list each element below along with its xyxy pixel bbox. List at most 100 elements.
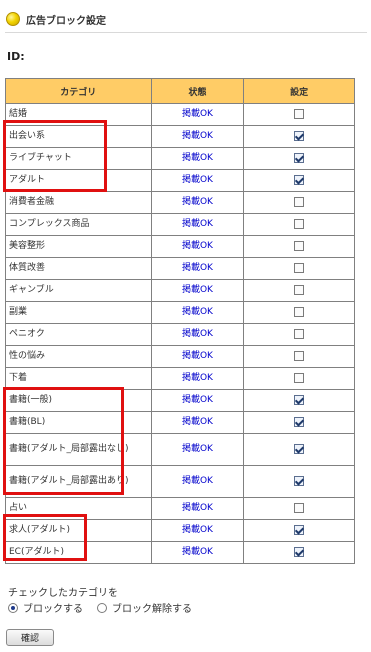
- setting-cell: [243, 323, 355, 346]
- table-row: EC(アダルト) 掲載OK: [5, 541, 355, 564]
- category-cell: 書籍(一般): [5, 389, 152, 412]
- block-checkbox[interactable]: [294, 372, 305, 383]
- status-cell: 掲載OK: [150, 125, 245, 148]
- category-cell: 書籍(BL): [5, 411, 152, 434]
- status-link[interactable]: 掲載OK: [182, 153, 213, 163]
- category-cell: EC(アダルト): [5, 541, 152, 564]
- block-checkbox[interactable]: [294, 475, 305, 486]
- table-row: 副業 掲載OK: [5, 301, 355, 324]
- status-link[interactable]: 掲載OK: [182, 307, 213, 317]
- status-cell: 掲載OK: [150, 301, 245, 324]
- status-link[interactable]: 掲載OK: [182, 476, 213, 486]
- status-cell: 掲載OK: [150, 279, 245, 302]
- block-checkbox[interactable]: [294, 546, 305, 557]
- block-checkbox[interactable]: [294, 502, 305, 513]
- confirm-button[interactable]: 確認: [6, 629, 54, 646]
- category-cell: 書籍(アダルト_局部露出なし): [5, 433, 152, 466]
- table-row: 書籍(BL) 掲載OK: [5, 411, 355, 434]
- table-row: 消費者金融 掲載OK: [5, 191, 355, 214]
- block-checkbox[interactable]: [294, 108, 305, 119]
- status-link[interactable]: 掲載OK: [182, 547, 213, 557]
- block-checkbox[interactable]: [294, 240, 305, 251]
- status-link[interactable]: 掲載OK: [182, 263, 213, 273]
- status-link[interactable]: 掲載OK: [182, 219, 213, 229]
- block-checkbox[interactable]: [294, 174, 305, 185]
- table-row: 体質改善 掲載OK: [5, 257, 355, 280]
- status-cell: 掲載OK: [150, 147, 245, 170]
- setting-cell: [243, 497, 355, 520]
- block-checkbox[interactable]: [294, 152, 305, 163]
- setting-cell: [243, 257, 355, 280]
- category-cell: 出会い系: [5, 125, 152, 148]
- category-cell: 求人(アダルト): [5, 519, 152, 542]
- block-checkbox[interactable]: [294, 350, 305, 361]
- table-row: 出会い系 掲載OK: [5, 125, 355, 148]
- setting-cell: [243, 389, 355, 412]
- radio-block[interactable]: ブロックする: [8, 600, 83, 615]
- status-link[interactable]: 掲載OK: [182, 197, 213, 207]
- status-link[interactable]: 掲載OK: [182, 329, 213, 339]
- status-cell: 掲載OK: [150, 411, 245, 434]
- page-title: 広告ブロック設定: [26, 15, 106, 27]
- block-checkbox[interactable]: [294, 218, 305, 229]
- status-link[interactable]: 掲載OK: [182, 417, 213, 427]
- status-link[interactable]: 掲載OK: [182, 444, 213, 454]
- status-link[interactable]: 掲載OK: [182, 373, 213, 383]
- table-row: 性の悩み 掲載OK: [5, 345, 355, 368]
- block-checkbox[interactable]: [294, 443, 305, 454]
- status-link[interactable]: 掲載OK: [182, 175, 213, 185]
- status-link[interactable]: 掲載OK: [182, 109, 213, 119]
- category-cell: 美容整形: [5, 235, 152, 258]
- table-row: 書籍(一般) 掲載OK: [5, 389, 355, 412]
- block-checkbox[interactable]: [294, 196, 305, 207]
- category-cell: ペニオク: [5, 323, 152, 346]
- table-row: 求人(アダルト) 掲載OK: [5, 519, 355, 542]
- table-row: 書籍(アダルト_局部露出あり) 掲載OK: [5, 465, 355, 498]
- block-checkbox[interactable]: [294, 262, 305, 273]
- setting-cell: [243, 433, 355, 466]
- status-cell: 掲載OK: [150, 169, 245, 192]
- radio-unblock-button[interactable]: [97, 602, 107, 613]
- setting-cell: [243, 169, 355, 192]
- status-link[interactable]: 掲載OK: [182, 395, 213, 405]
- status-cell: 掲載OK: [150, 519, 245, 542]
- column-header-status: 状態: [150, 78, 245, 104]
- block-checkbox[interactable]: [294, 328, 305, 339]
- block-checkbox[interactable]: [294, 524, 305, 535]
- status-cell: 掲載OK: [150, 103, 245, 126]
- category-cell: 下着: [5, 367, 152, 390]
- block-instruction-label: チェックしたカテゴリを: [8, 588, 118, 599]
- status-cell: 掲載OK: [150, 191, 245, 214]
- radio-block-button[interactable]: [8, 602, 18, 613]
- table-row: ペニオク 掲載OK: [5, 323, 355, 346]
- radio-unblock[interactable]: ブロック解除する: [97, 600, 192, 615]
- category-cell: ギャンブル: [5, 279, 152, 302]
- block-checkbox[interactable]: [294, 284, 305, 295]
- status-link[interactable]: 掲載OK: [182, 351, 213, 361]
- setting-cell: [243, 465, 355, 498]
- column-header-setting: 設定: [243, 78, 355, 104]
- setting-cell: [243, 103, 355, 126]
- status-link[interactable]: 掲載OK: [182, 525, 213, 535]
- status-link[interactable]: 掲載OK: [182, 131, 213, 141]
- id-label: ID:: [7, 50, 25, 63]
- block-checkbox[interactable]: [294, 130, 305, 141]
- category-cell: コンプレックス商品: [5, 213, 152, 236]
- status-cell: 掲載OK: [150, 257, 245, 280]
- setting-cell: [243, 213, 355, 236]
- category-cell: ライブチャット: [5, 147, 152, 170]
- block-checkbox[interactable]: [294, 416, 305, 427]
- status-cell: 掲載OK: [150, 213, 245, 236]
- block-mode-radio-group: ブロックする ブロック解除する: [8, 600, 206, 615]
- setting-cell: [243, 235, 355, 258]
- status-link[interactable]: 掲載OK: [182, 503, 213, 513]
- category-cell: 副業: [5, 301, 152, 324]
- category-cell: 体質改善: [5, 257, 152, 280]
- status-cell: 掲載OK: [150, 367, 245, 390]
- status-link[interactable]: 掲載OK: [182, 241, 213, 251]
- status-cell: 掲載OK: [150, 389, 245, 412]
- table-row: 占い 掲載OK: [5, 497, 355, 520]
- block-checkbox[interactable]: [294, 394, 305, 405]
- block-checkbox[interactable]: [294, 306, 305, 317]
- status-link[interactable]: 掲載OK: [182, 285, 213, 295]
